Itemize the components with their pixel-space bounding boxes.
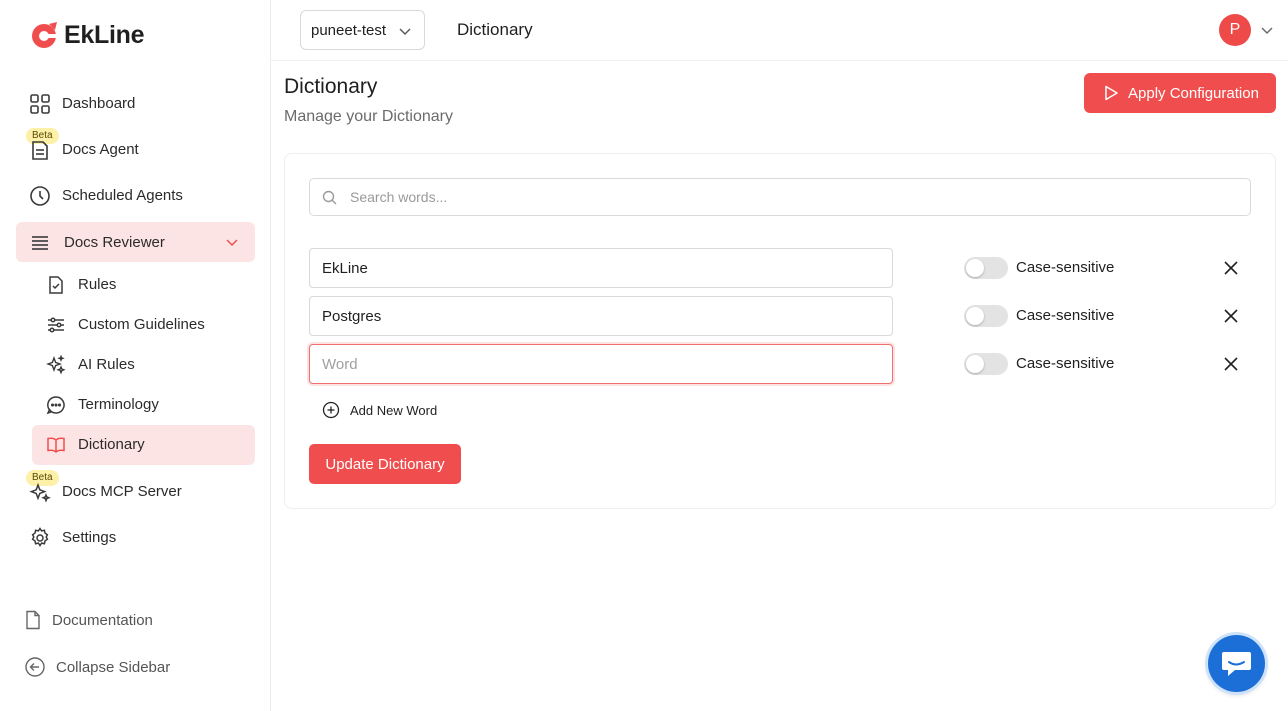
documentation-link[interactable]: Documentation — [24, 608, 153, 632]
org-selector[interactable]: puneet-test — [300, 10, 425, 50]
header-title: Dictionary — [457, 20, 533, 39]
sidebar-item-scheduled-agents[interactable]: Scheduled Agents — [16, 175, 255, 215]
document-icon — [32, 141, 48, 160]
sidebar-subitem-ai-rules[interactable]: AI Rules — [32, 345, 255, 385]
apply-configuration-label: Apply Configuration — [1128, 84, 1259, 102]
case-sensitive-toggle[interactable] — [964, 353, 1008, 375]
word-input[interactable] — [309, 296, 893, 336]
toggle-knob — [966, 355, 984, 373]
clock-icon — [30, 186, 50, 206]
sidebar-item-label: Settings — [62, 528, 117, 546]
sidebar-subitem-label: Custom Guidelines — [78, 316, 205, 333]
chevron-down-icon — [399, 28, 411, 35]
case-sensitive-label: Case-sensitive — [1016, 355, 1115, 372]
brand-name: EkLine — [64, 20, 145, 49]
case-sensitive-toggle[interactable] — [964, 257, 1008, 279]
sidebar-item-label: Dashboard — [62, 94, 136, 112]
ekline-logo-icon — [32, 22, 57, 48]
search-box[interactable] — [309, 178, 1251, 216]
file-check-icon — [49, 276, 63, 294]
play-icon — [1105, 85, 1118, 101]
add-new-word-label: Add New Word — [350, 402, 438, 418]
page-subtitle: Manage your Dictionary — [284, 108, 453, 125]
sidebar-item-label: Docs Agent — [62, 140, 139, 158]
grid-icon — [30, 94, 50, 114]
plus-circle-icon — [322, 401, 340, 419]
sidebar-item-label: Scheduled Agents — [62, 186, 183, 204]
list-icon — [32, 236, 48, 250]
chat-widget-button[interactable] — [1208, 635, 1265, 692]
sidebar-item-settings[interactable]: Settings — [16, 517, 255, 557]
sidebar-subitem-rules[interactable]: Rules — [32, 265, 255, 305]
sidebar-item-docs-mcp-server[interactable]: Docs MCP Server — [16, 471, 255, 511]
user-avatar[interactable]: P — [1219, 14, 1251, 46]
documentation-label: Documentation — [52, 611, 153, 629]
page-title: Dictionary — [284, 75, 378, 98]
sidebar-subitem-label: Rules — [78, 276, 117, 293]
arrow-left-circle-icon — [25, 657, 45, 677]
chevron-down-icon[interactable] — [1260, 23, 1274, 37]
sidebar-subitem-label: AI Rules — [78, 356, 135, 373]
apply-configuration-button[interactable]: Apply Configuration — [1084, 73, 1276, 113]
case-sensitive-label: Case-sensitive — [1016, 259, 1115, 276]
toggle-knob — [966, 259, 984, 277]
sidebar: EkLine Dashboard Beta Docs Agent Schedul… — [0, 0, 271, 711]
sidebar-subitem-terminology[interactable]: Terminology — [32, 385, 255, 425]
close-icon[interactable] — [1222, 355, 1240, 373]
book-icon — [47, 437, 65, 454]
sidebar-item-label: Docs MCP Server — [62, 482, 182, 500]
top-bar: puneet-test Dictionary P — [271, 0, 1288, 61]
sidebar-item-docs-reviewer[interactable]: Docs Reviewer — [16, 222, 255, 262]
sparkle-icon — [46, 355, 66, 375]
sparkle-icon — [29, 482, 51, 503]
add-new-word-button[interactable]: Add New Word — [322, 401, 437, 419]
gear-icon — [31, 527, 49, 547]
chevron-down-icon — [226, 239, 238, 247]
search-input[interactable] — [350, 179, 1230, 215]
chat-bubble-icon — [46, 396, 65, 415]
sidebar-item-label: Docs Reviewer — [64, 233, 165, 251]
sidebar-item-docs-agent[interactable]: Docs Agent — [16, 129, 255, 169]
collapse-sidebar-label: Collapse Sidebar — [56, 658, 171, 676]
search-icon — [322, 190, 337, 205]
sidebar-subitem-label: Terminology — [78, 396, 159, 413]
case-sensitive-toggle[interactable] — [964, 305, 1008, 327]
sliders-icon — [48, 317, 64, 333]
case-sensitive-label: Case-sensitive — [1016, 307, 1115, 324]
word-input[interactable] — [309, 248, 893, 288]
toggle-knob — [966, 307, 984, 325]
chat-icon — [1222, 652, 1251, 676]
sidebar-subitem-custom-guidelines[interactable]: Custom Guidelines — [32, 305, 255, 345]
word-input[interactable] — [309, 344, 893, 384]
sidebar-item-dashboard[interactable]: Dashboard — [16, 83, 255, 123]
update-dictionary-button[interactable]: Update Dictionary — [309, 444, 461, 484]
sidebar-subitem-label: Dictionary — [78, 436, 145, 453]
collapse-sidebar-button[interactable]: Collapse Sidebar — [24, 655, 170, 679]
brand-logo[interactable]: EkLine — [30, 20, 144, 50]
close-icon[interactable] — [1222, 259, 1240, 277]
dictionary-card: Case-sensitive Case-sensitive Case-sensi… — [284, 153, 1276, 509]
org-selector-value: puneet-test — [311, 21, 387, 39]
close-icon[interactable] — [1222, 307, 1240, 325]
file-icon — [26, 610, 40, 630]
sidebar-subitem-dictionary[interactable]: Dictionary — [32, 425, 255, 465]
